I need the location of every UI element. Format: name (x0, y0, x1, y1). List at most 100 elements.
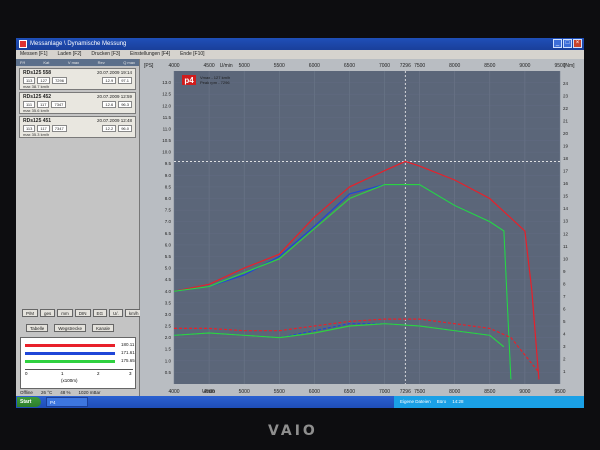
x-tick-label-top: 7000 (379, 63, 390, 69)
y-tick-label: 2.5 (165, 324, 172, 329)
header-rev: Rev (97, 60, 105, 65)
run-value: 97.1 (118, 77, 132, 84)
x-tick-label: 5500 (274, 389, 285, 395)
run-panel: P/f Kat V max Rev Q max RDs125 558 20.07… (16, 59, 143, 398)
run-date: 20.07.2009 12:48 (96, 118, 132, 123)
x-tick-label: 7000 (379, 389, 390, 395)
menu-item-ende[interactable]: Ende [F10] (180, 50, 204, 59)
tray-item[interactable]: Büro (437, 396, 447, 408)
x-tick-label-top: 6000 (309, 63, 320, 69)
run-entry[interactable]: RDs125 558 20.07.2009 19:14 113 127 7296 1… (19, 68, 136, 90)
header-vmax: V max (67, 60, 80, 65)
x-tick-label-top: 4000 (168, 63, 179, 69)
mini-axis-label: (x100m) (61, 378, 78, 383)
x-tick-label: 5000 (239, 389, 250, 395)
x-tick-label-top: 9000 (519, 63, 530, 69)
x-tick-label-top: 7296 (400, 63, 411, 69)
y-tick-label: 11.0 (163, 126, 172, 131)
minimize-button[interactable]: _ (553, 39, 562, 48)
dyno-chart[interactable]: 4000400045004500500050005500550060006000… (140, 59, 584, 396)
eg-button[interactable]: EG (92, 309, 108, 317)
pm-button[interactable]: P/M (22, 309, 39, 317)
y-tick-label-right: 20 (563, 131, 569, 136)
mini-tick: 0 (25, 371, 28, 376)
run-entry[interactable]: RDs125 451 20.07.2009 12:48 113 117 7347 1… (19, 116, 136, 138)
y-tick-label: 1.0 (165, 358, 172, 363)
x-tick-label-top: 5000 (239, 63, 250, 69)
run-name: RDs125 452 (23, 94, 52, 100)
y-tick-label: 2.0 (165, 335, 172, 340)
legend-value: 171.61 (121, 350, 135, 355)
status-humidity: 48 % (60, 389, 71, 395)
unit-buttons: P/M ges mm DIN EG U/. km/h (22, 309, 143, 317)
y-tick-label: 10.0 (162, 150, 171, 155)
x-tick-label: 6500 (344, 389, 355, 395)
y-tick-label-right: 11 (563, 244, 568, 249)
view-buttons: Tabelle Wegstrecke Kanale (26, 324, 114, 332)
run-info: max 35.3 km/h (23, 132, 50, 137)
rpm-button[interactable]: U/. (109, 309, 123, 317)
x-axis-label: U/min (202, 389, 215, 395)
y-tick-label-right: 10 (563, 256, 569, 261)
menu-bar: Messen [F1] Laden [F2] Drucken [F3] Eins… (16, 50, 584, 59)
y-tick-label-right: 21 (563, 119, 569, 124)
run-value: 96.3 (118, 101, 132, 108)
x-tick-label: 4000 (168, 389, 179, 395)
y-tick-label-right: 24 (563, 81, 569, 86)
menu-item-einstellungen[interactable]: Einstellungen [F4] (130, 50, 170, 59)
y-tick-label: 0.5 (165, 370, 172, 375)
run-value: 7347 (51, 101, 67, 108)
maximize-button[interactable]: □ (563, 39, 572, 48)
din-button[interactable]: DIN (74, 309, 91, 317)
menu-item-drucken[interactable]: Drucken [F3] (91, 50, 120, 59)
start-button[interactable]: Start (17, 397, 41, 407)
y-tick-label: 6.5 (165, 231, 172, 236)
y-tick-label: 10.5 (162, 138, 171, 143)
x-tick-label-top: 8000 (449, 63, 460, 69)
distance-button[interactable]: Wegstrecke (54, 324, 86, 332)
run-value: 96.0 (118, 125, 132, 132)
run-value: 12.9 (102, 77, 117, 84)
run-value: 12.2 (102, 125, 117, 132)
taskbar-app-p4[interactable]: P4 (46, 397, 88, 407)
header-kat: Kat (43, 60, 50, 65)
y-tick-label: 5.0 (165, 266, 172, 271)
x-tick-label: 7296 (400, 389, 411, 395)
vaio-logo: VAIO (268, 423, 318, 439)
y-tick-label-right: 12 (563, 231, 569, 236)
run-value: 127 (37, 77, 51, 84)
close-button[interactable]: × (573, 39, 582, 48)
y-tick-label-right: 15 (563, 194, 569, 199)
table-button[interactable]: Tabelle (26, 324, 49, 332)
channels-button[interactable]: Kanale (91, 324, 114, 332)
run-value: 111 (23, 101, 36, 108)
y-tick-label: 3.0 (165, 312, 172, 317)
y-tick-label: 8.5 (165, 184, 172, 189)
y-tick-label-right: 18 (563, 156, 569, 161)
x-tick-label: 8000 (449, 389, 460, 395)
y-tick-label: 9.5 (165, 161, 172, 166)
run-entry[interactable]: RDs125 452 20.07.2009 12:59 111 117 7347 1… (19, 92, 136, 114)
menu-item-laden[interactable]: Laden [F2] (58, 50, 82, 59)
header-pf: P/f (20, 60, 25, 65)
tray-item[interactable]: Eigene Dateien (400, 396, 431, 408)
x-tick-label: 8500 (484, 389, 495, 395)
menu-item-messen[interactable]: Messen [F1] (20, 50, 48, 59)
legend-swatch-red (25, 344, 115, 347)
system-tray: Eigene Dateien Büro 14:28 (394, 396, 584, 408)
top-axis-label: U/min (220, 63, 233, 69)
y-tick-label-right: 14 (563, 206, 569, 211)
run-name: RDs125 451 (23, 118, 52, 124)
y-tick-label-right: 16 (563, 181, 569, 186)
y-tick-label: 6.0 (165, 242, 172, 247)
mm-button[interactable]: mm (57, 309, 73, 317)
status-offline: Offline (20, 389, 33, 395)
y-tick-label: 1.5 (165, 347, 172, 352)
y-tick-label-right: 22 (563, 106, 569, 111)
mini-tick: 1 (61, 371, 64, 376)
legend-swatch-green (25, 360, 115, 363)
run-date: 20.07.2009 12:59 (96, 94, 132, 99)
ges-button[interactable]: ges (40, 309, 56, 317)
y-tick-label: 8.0 (165, 196, 172, 201)
window-titlebar: Messanlage \ Dynamische Messung _ □ × (16, 38, 584, 50)
